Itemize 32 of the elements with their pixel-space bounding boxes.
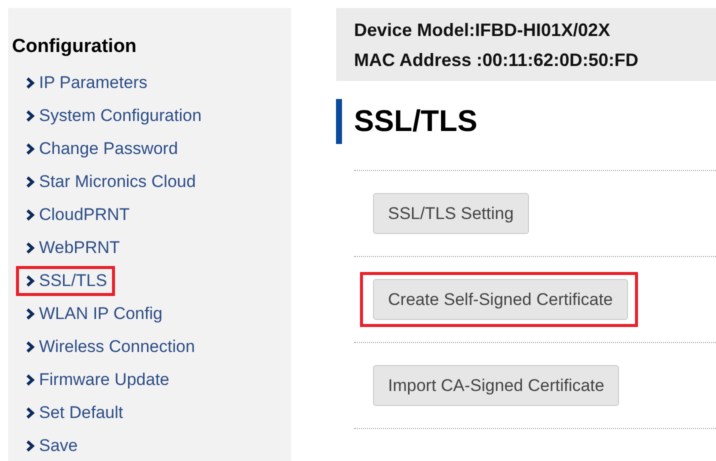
sidebar-link[interactable]: Change Password [16, 134, 186, 164]
sidebar-link[interactable]: WebPRNT [16, 232, 128, 262]
accent-bar [336, 99, 342, 144]
chevron-icon [26, 440, 35, 452]
chevron-icon [26, 374, 35, 386]
sidebar-link[interactable]: WLAN IP Config [16, 298, 170, 328]
device-info-text: MAC Address :00:11:62:0D:50:FD [354, 50, 640, 71]
chevron-icon [26, 208, 35, 220]
action-button[interactable]: SSL/TLS Setting [373, 193, 529, 234]
page-title: SSL/TLS [354, 104, 478, 138]
sidebar-heading: Configuration [12, 36, 137, 58]
sidebar-link[interactable]: Set Default [16, 398, 132, 428]
chevron-icon [26, 142, 35, 154]
chevron-icon [26, 406, 35, 418]
action-button[interactable]: Import CA-Signed Certificate [373, 365, 620, 406]
chevron-icon [26, 110, 35, 122]
chevron-icon [26, 340, 35, 352]
sidebar-link[interactable]: IP Parameters [16, 68, 156, 98]
sidebar-link[interactable]: SSL/TLS [16, 266, 116, 296]
sidebar-link[interactable]: System Configuration [16, 100, 210, 130]
sidebar-link[interactable]: Firmware Update [16, 364, 178, 394]
action-button[interactable]: Create Self-Signed Certificate [373, 279, 628, 320]
sidebar-link[interactable]: CloudPRNT [16, 200, 138, 230]
chevron-icon [26, 274, 35, 286]
chevron-icon [26, 242, 35, 254]
sidebar-link[interactable]: Star Micronics Cloud [16, 166, 204, 196]
chevron-icon [26, 308, 35, 320]
sidebar-link[interactable]: Wireless Connection [16, 332, 203, 362]
device-info-text: Device Model:IFBD-HI01X/02X [354, 20, 612, 41]
sidebar-link[interactable]: Save [16, 430, 86, 460]
chevron-icon [26, 176, 35, 188]
chevron-icon [26, 76, 35, 88]
